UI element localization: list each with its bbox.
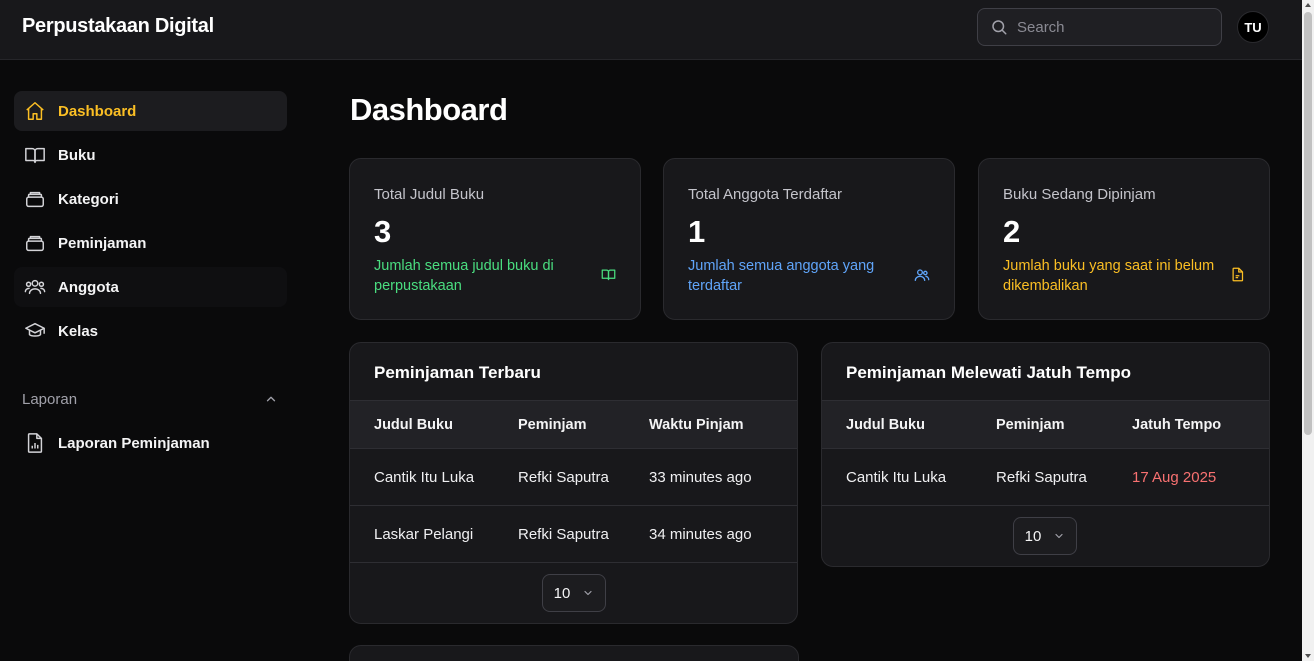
sidebar-item-dashboard[interactable]: Dashboard (14, 91, 287, 131)
sidebar-item-label: Laporan Peminjaman (58, 434, 210, 452)
stack-icon (24, 232, 46, 254)
home-icon (24, 100, 46, 122)
sidebar-item-label: Kelas (58, 322, 99, 340)
stat-card-buku-dipinjam: Buku Sedang Dipinjam 2 Jumlah buku yang … (978, 158, 1270, 320)
sidebar-item-kelas[interactable]: Kelas (14, 311, 287, 351)
stack-icon (24, 188, 46, 210)
stat-card-total-anggota: Total Anggota Terdaftar 1 Jumlah semua a… (663, 158, 955, 320)
graduation-cap-icon (24, 320, 46, 342)
cell-jatuh-tempo: 17 Aug 2025 (1132, 469, 1217, 486)
stat-value: 3 (374, 214, 392, 249)
scroll-down-arrow-icon[interactable] (1305, 654, 1311, 658)
page-size-select[interactable]: 10 (542, 574, 606, 612)
cell-judul-buku: Laskar Pelangi (374, 526, 474, 543)
column-header[interactable]: Peminjam (518, 417, 587, 433)
column-header[interactable]: Judul Buku (374, 417, 453, 433)
page-size-value: 10 (553, 584, 571, 602)
cell-peminjam: Refki Saputra (996, 469, 1087, 486)
search-input[interactable] (1017, 18, 1197, 36)
sidebar: Dashboard Buku Kategori Peminjaman Anggo… (0, 60, 300, 661)
stat-card-total-judul-buku: Total Judul Buku 3 Jumlah semua judul bu… (349, 158, 641, 320)
column-header[interactable]: Waktu Pinjam (649, 417, 744, 433)
sidebar-item-laporan-peminjaman[interactable]: Laporan Peminjaman (14, 423, 287, 463)
stat-value: 2 (1003, 214, 1021, 249)
sidebar-item-label: Kategori (58, 190, 119, 208)
top-bar: Perpustakaan Digital TU (0, 0, 1302, 60)
cell-peminjam: Refki Saputra (518, 469, 609, 486)
users-icon (914, 269, 930, 281)
search-icon (992, 20, 1007, 35)
sidebar-item-label: Buku (58, 146, 96, 164)
stat-title: Total Judul Buku (374, 186, 485, 203)
sidebar-section-label: Laporan (22, 390, 78, 408)
page-size-value: 10 (1024, 527, 1042, 545)
sidebar-item-buku[interactable]: Buku (14, 135, 287, 175)
scrollbar-thumb[interactable] (1304, 12, 1312, 435)
stat-description: Jumlah buku yang saat ini belum dikembal… (1003, 258, 1215, 294)
sidebar-item-anggota[interactable]: Anggota (14, 267, 287, 307)
book-open-icon (601, 269, 616, 281)
file-icon (1232, 267, 1244, 282)
page-scrollbar[interactable] (1302, 0, 1314, 661)
search-box[interactable] (977, 8, 1222, 46)
cell-peminjam: Refki Saputra (518, 526, 609, 543)
card-peminjaman-terbaru: Peminjaman Terbaru Judul Buku Peminjam W… (349, 342, 798, 624)
stat-value: 1 (688, 214, 706, 249)
card-peminjaman-melewati-jatuh-tempo: Peminjaman Melewati Jatuh Tempo Judul Bu… (821, 342, 1270, 567)
chevron-down-icon (584, 590, 592, 596)
cell-waktu-pinjam: 33 minutes ago (649, 469, 752, 486)
card-title: Peminjaman Terbaru (374, 363, 541, 382)
column-header[interactable]: Judul Buku (846, 417, 925, 433)
stat-description: Jumlah semua anggota yang terdaftar (688, 258, 875, 294)
cell-judul-buku: Cantik Itu Luka (846, 469, 947, 486)
page-title: Dashboard (350, 92, 508, 127)
card-partial (349, 645, 799, 661)
scroll-up-arrow-icon[interactable] (1305, 3, 1311, 7)
table-header: Judul Buku Peminjam Waktu Pinjam (350, 400, 797, 449)
page-size-select[interactable]: 10 (1013, 517, 1077, 555)
card-title: Peminjaman Melewati Jatuh Tempo (846, 363, 1131, 382)
column-header[interactable]: Jatuh Tempo (1132, 417, 1221, 433)
file-chart-icon (24, 432, 46, 454)
sidebar-item-peminjaman[interactable]: Peminjaman (14, 223, 287, 263)
users-icon (24, 276, 46, 298)
table-row[interactable]: Cantik Itu Luka Refki Saputra 17 Aug 202… (822, 449, 1269, 506)
chevron-up-icon[interactable] (264, 392, 278, 406)
stat-title: Total Anggota Terdaftar (688, 186, 842, 203)
sidebar-item-kategori[interactable]: Kategori (14, 179, 287, 219)
column-header[interactable]: Peminjam (996, 417, 1065, 433)
stat-title: Buku Sedang Dipinjam (1003, 186, 1156, 203)
book-open-icon (24, 144, 46, 166)
chevron-down-icon (1055, 533, 1063, 539)
app-title[interactable]: Perpustakaan Digital (22, 15, 214, 38)
stat-description: Jumlah semua judul buku di perpustakaan (374, 258, 554, 294)
sidebar-item-label: Dashboard (58, 102, 137, 120)
sidebar-item-label: Anggota (58, 278, 119, 296)
user-avatar[interactable]: TU (1237, 11, 1269, 43)
sidebar-item-label: Peminjaman (58, 234, 147, 252)
table-row[interactable]: Cantik Itu Luka Refki Saputra 33 minutes… (350, 449, 797, 506)
cell-judul-buku: Cantik Itu Luka (374, 469, 475, 486)
table-header: Judul Buku Peminjam Jatuh Tempo (822, 400, 1269, 449)
sidebar-section-laporan[interactable]: Laporan (22, 389, 278, 409)
table-row[interactable]: Laskar Pelangi Refki Saputra 34 minutes … (350, 506, 797, 563)
cell-waktu-pinjam: 34 minutes ago (649, 526, 752, 543)
